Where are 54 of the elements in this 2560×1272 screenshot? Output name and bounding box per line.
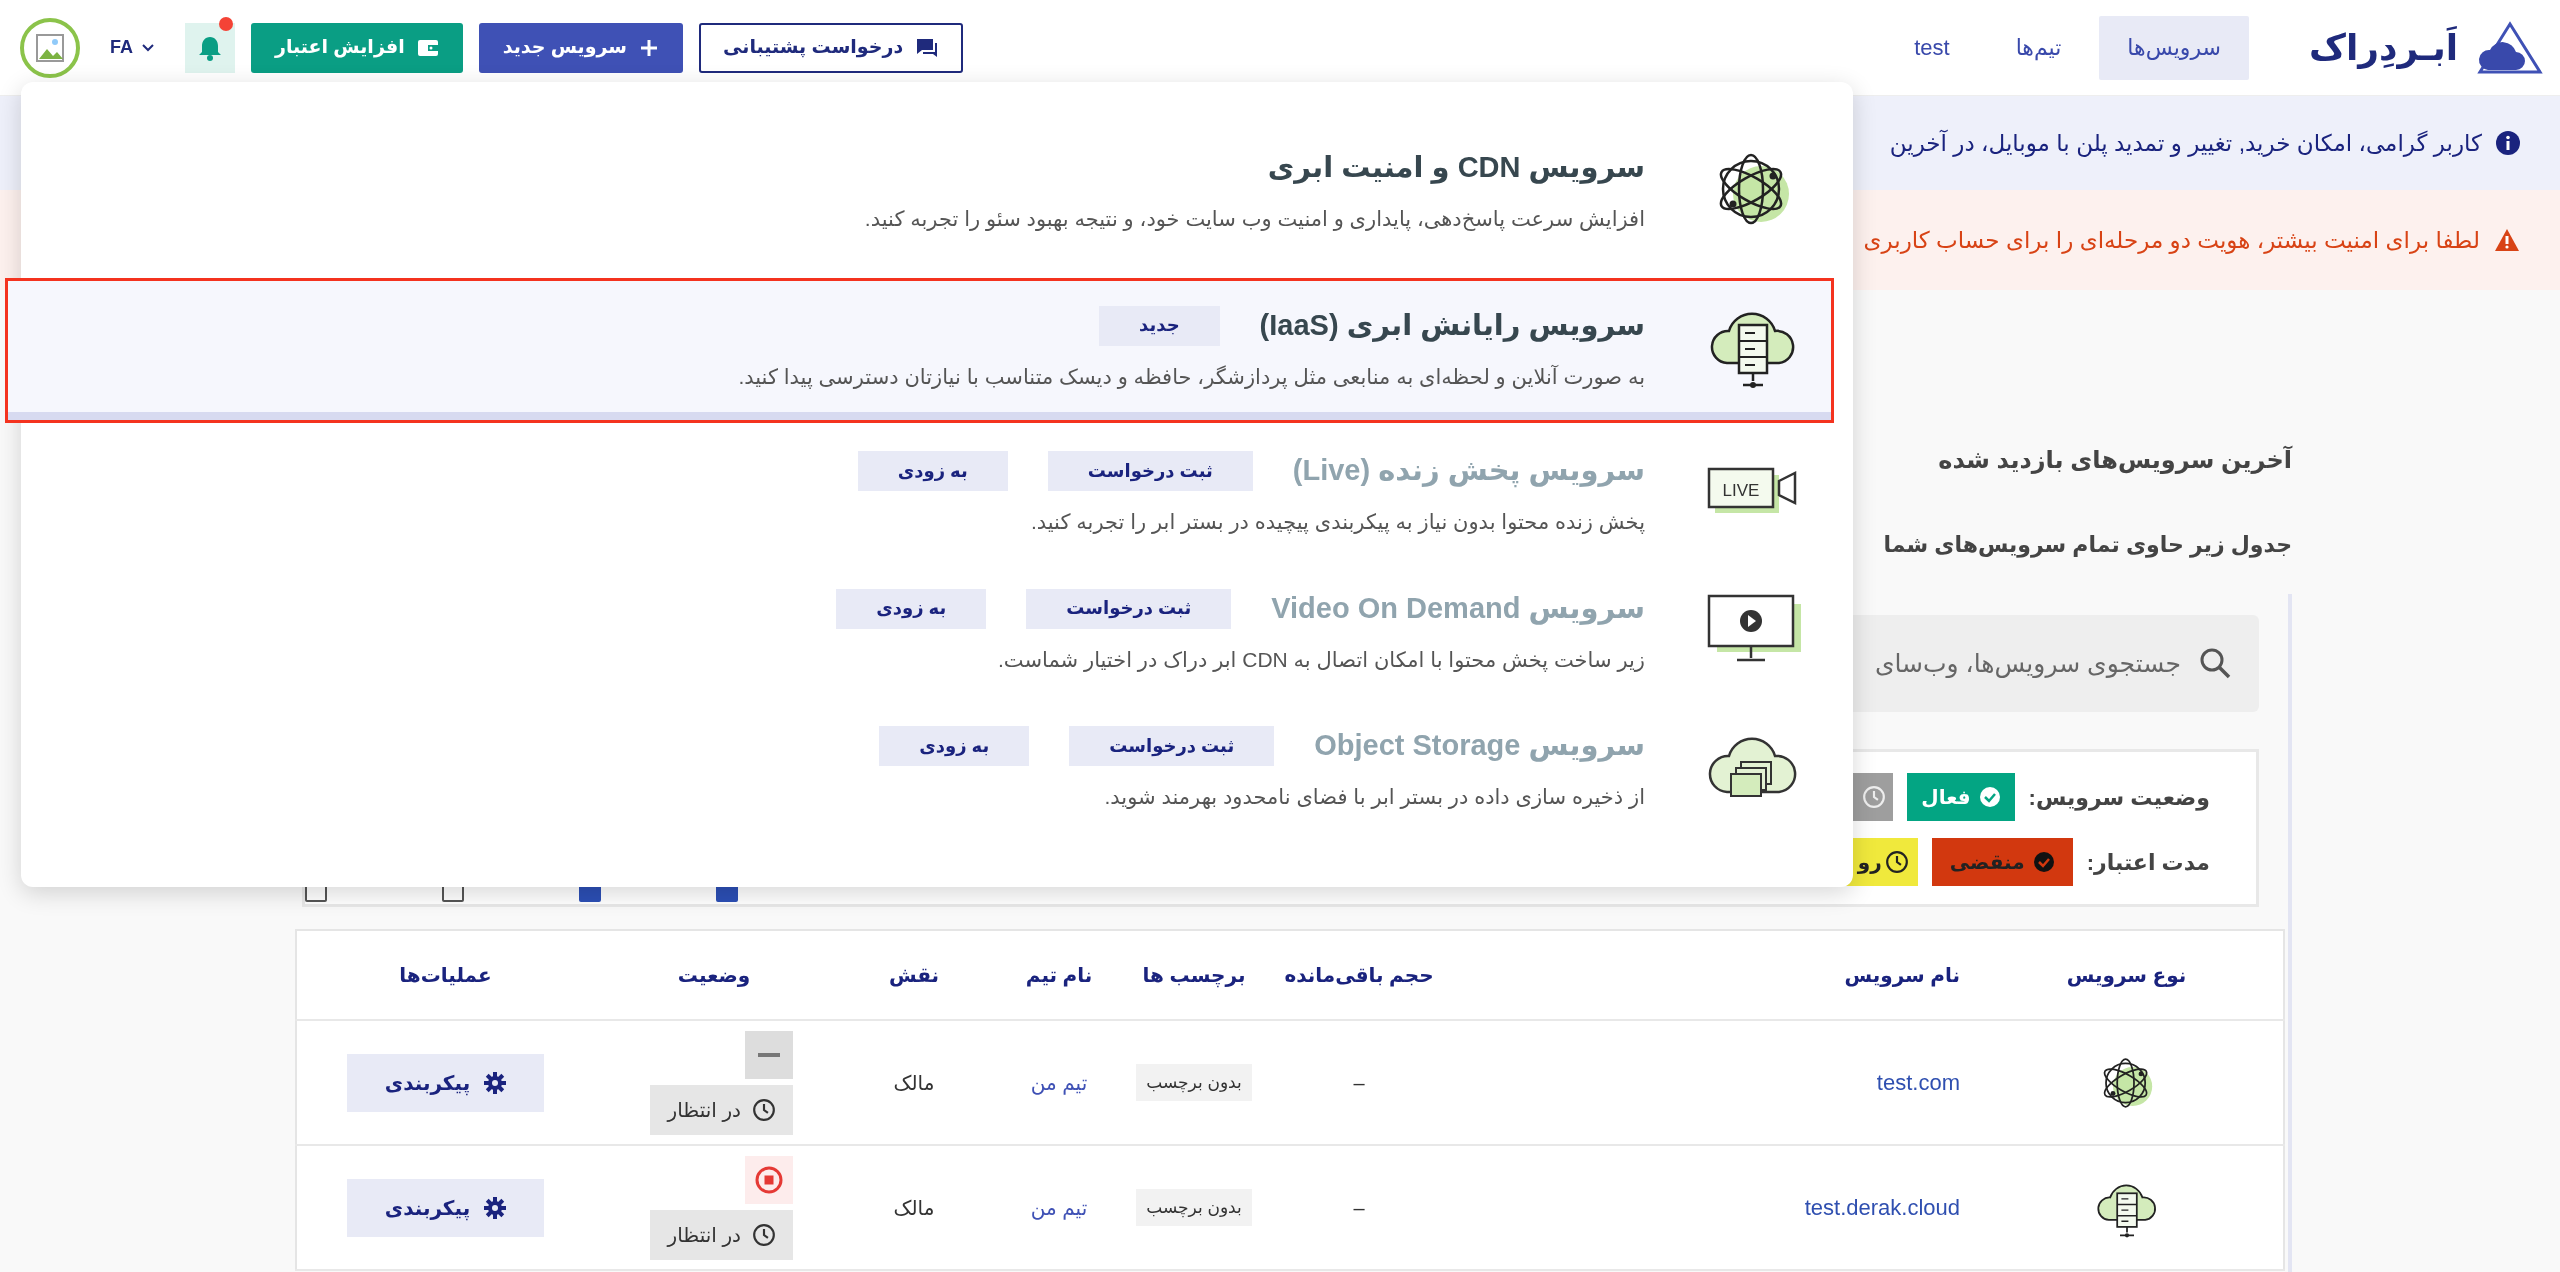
service-link[interactable]: test.com: [1876, 1066, 1960, 1099]
table-cell: مالک: [893, 1196, 935, 1219]
info-message: کاربر گرامی، امکان خرید, تغییر و تمدید پلن با موبایل، در آخرین: [1889, 128, 2482, 159]
team-link[interactable]: تیم من: [1030, 1196, 1088, 1219]
tag: بدون برچسب: [1136, 1063, 1252, 1102]
status-button[interactable]: در انتظار: [649, 1209, 793, 1260]
team-link[interactable]: تیم من: [1030, 1071, 1088, 1094]
filter-label: وضعیت سرویس:: [2028, 783, 2210, 813]
column-header: نقش: [834, 930, 994, 1020]
service-badge: ثبت درخواست: [1047, 451, 1253, 491]
filter-label: مدت اعتبار:: [2086, 848, 2210, 877]
service-description: از ذخیره سازی داده در بستر ابر با فضای نامحدود بهرمند شوید.: [1103, 784, 1645, 811]
service-badge: ثبت درخواست: [1069, 726, 1275, 766]
service-title: سرویس Object Storage: [1314, 728, 1645, 764]
service-badge: به زودی: [857, 451, 1008, 491]
column-header: عملیات‌ها: [296, 930, 594, 1020]
logo[interactable]: اَبـردِراک: [2309, 20, 2458, 75]
service-description: پخش زنده محتوا بدون نیاز به پیکربندی پیچیده در بستر ابر را تجربه کنید.: [1029, 509, 1645, 536]
service-badge: ثبت درخواست: [1026, 588, 1232, 629]
warning-message: لطفا برای امنیت بیشتر، هویت دو مرحله‌ای را برای حساب کاربری: [1863, 225, 2480, 256]
tag: بدون برچسب: [1136, 1188, 1252, 1227]
table-cell: –: [1353, 1071, 1365, 1094]
nav-tab[interactable]: سرویس‌ها: [2099, 15, 2250, 80]
service-menu-item[interactable]: سرویس رایانش ابری (IaaS) جدید به صورت آنلاین و لحظه‌ای به منابعی مثل پردازشگر، حافظه و دیسک متناسب با نیازتان دسترسی پیدا کنید.: [5, 277, 1834, 423]
configure-button[interactable]: پیکربندی: [346, 1053, 545, 1112]
language-selector[interactable]: FA: [96, 34, 169, 61]
column-header: برچسب ها: [1124, 930, 1264, 1020]
service-link[interactable]: test.derak.cloud: [1804, 1191, 1960, 1224]
section-description: جدول زیر حاوی تمام سرویس‌های شما: [1883, 531, 2292, 560]
service-description: افزایش سرعت پاسخ‌دهی، پایداری و امنیت وب سایت خود، و نتیجه بهبود سئو را تجربه کنید.: [864, 206, 1645, 233]
column-header: نوع سرویس: [1970, 930, 2284, 1020]
service-description: زیر ساخت پخش محتوا با امکان اتصال به CDN ابر دراک در اختیار شماست.: [996, 646, 1645, 674]
support-button[interactable]: درخواست پشتیبانی: [699, 22, 964, 73]
status-button[interactable]: در انتظار: [649, 1084, 793, 1135]
service-title: سرویس رایانش ابری (IaaS): [1259, 307, 1645, 344]
service-title: سرویس CDN و امنیت ابری: [1267, 150, 1645, 186]
service-title: سرویس Video On Demand: [1271, 590, 1645, 627]
service-badge: به زودی: [836, 588, 987, 629]
configure-button[interactable]: پیکربندی: [346, 1178, 545, 1237]
column-header: نام سرویس: [1454, 930, 1970, 1020]
section-heading: آخرین سرویس‌های بازدید شده: [1938, 444, 2292, 476]
column-header: نام تیم: [994, 930, 1124, 1020]
new-service-button[interactable]: سرویس جدید: [478, 22, 684, 73]
column-header: حجم باقی‌مانده: [1264, 930, 1454, 1020]
column-header: وضعیت: [594, 930, 834, 1020]
service-badge: به زودی: [879, 726, 1030, 766]
table-cell: مالک: [893, 1071, 935, 1094]
service-menu-item[interactable]: سرویس CDN و امنیت ابری افزایش سرعت پاسخ‌دهی، پایداری و امنیت وب سایت خود، و نتیجه بهبود سئو را تجربه کنید.: [21, 120, 1853, 258]
service-description: به صورت آنلاین و لحظه‌ای به منابعی مثل پردازشگر، حافظه و دیسک متناسب با نیازتان دسترسی پیدا کنید.: [738, 363, 1645, 391]
service-title: سرویس پخش زنده (Live): [1292, 453, 1645, 490]
nav-tab[interactable]: test: [1886, 15, 1978, 80]
service-badge: جدید: [1099, 305, 1220, 346]
nav-tab[interactable]: تیم‌ها: [1987, 15, 2090, 80]
table-cell: –: [1353, 1196, 1365, 1219]
